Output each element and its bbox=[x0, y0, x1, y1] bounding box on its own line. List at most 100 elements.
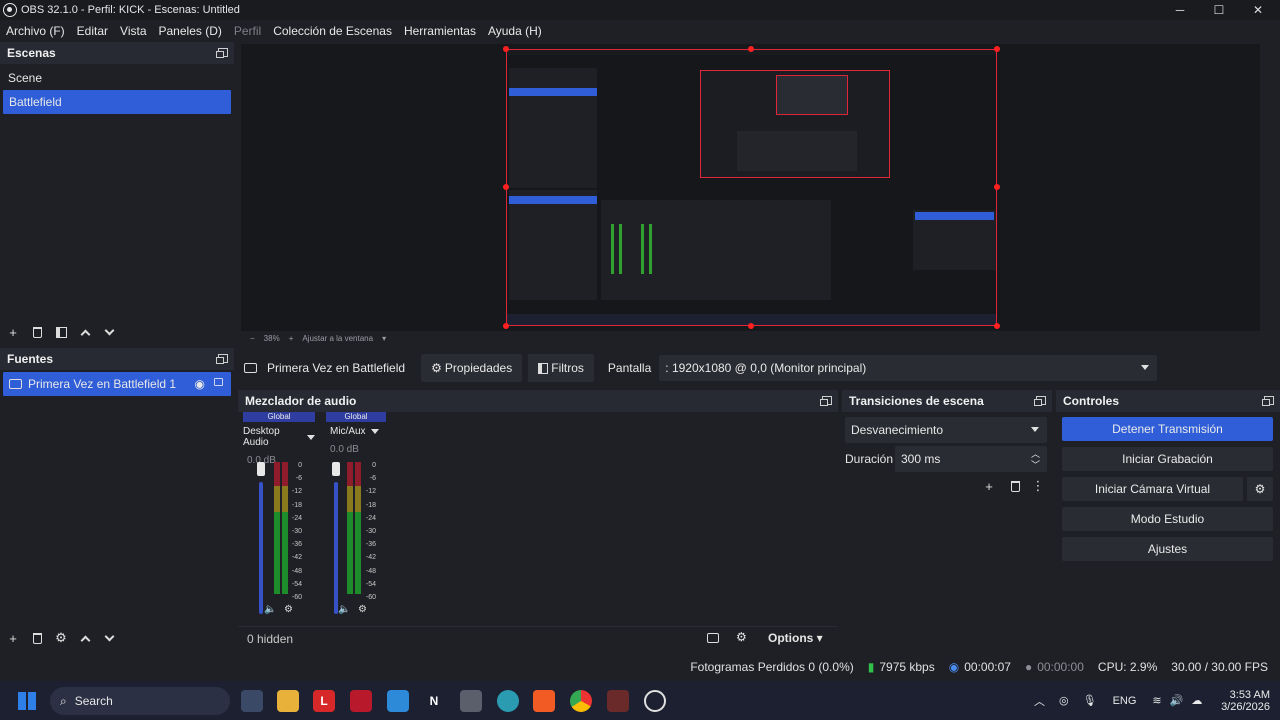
resize-handle[interactable] bbox=[503, 46, 509, 52]
zoom-in-button[interactable]: + bbox=[289, 334, 294, 343]
volume-fader-track[interactable] bbox=[334, 482, 338, 614]
fit-window-select[interactable]: Ajustar a la ventana bbox=[302, 334, 373, 343]
display-select[interactable]: : 1920x1080 @ 0,0 (Monitor principal) bbox=[659, 355, 1158, 381]
settings-button[interactable]: Ajustes bbox=[1062, 537, 1273, 561]
undock-icon[interactable] bbox=[216, 48, 228, 58]
volume-fader-knob[interactable] bbox=[332, 462, 340, 476]
studio-mode-button[interactable]: Modo Estudio bbox=[1062, 507, 1273, 531]
volume-fader-track[interactable] bbox=[259, 482, 263, 614]
resize-handle[interactable] bbox=[994, 323, 1000, 329]
volume-icon[interactable]: 🔊 bbox=[1170, 694, 1184, 707]
move-scene-up-button[interactable] bbox=[74, 321, 96, 343]
mute-speaker-icon[interactable]: 🔈 bbox=[264, 604, 276, 615]
lock-icon[interactable] bbox=[214, 378, 223, 386]
menu-archivo[interactable]: Archivo (F) bbox=[6, 24, 65, 38]
menu-coleccion[interactable]: Colección de Escenas bbox=[273, 24, 392, 38]
weather-icon[interactable]: ☁ bbox=[1191, 694, 1202, 707]
undock-icon[interactable] bbox=[1262, 396, 1274, 406]
resize-handle[interactable] bbox=[503, 323, 509, 329]
app-l-icon[interactable]: L bbox=[313, 690, 335, 712]
transition-select[interactable]: Desvanecimiento bbox=[845, 417, 1047, 443]
wifi-icon[interactable]: ≋ bbox=[1152, 694, 1161, 707]
task-view-icon[interactable] bbox=[241, 690, 263, 712]
undock-icon[interactable] bbox=[216, 354, 228, 364]
brave-browser-icon[interactable] bbox=[533, 690, 555, 712]
game-app-icon[interactable] bbox=[460, 690, 482, 712]
app-n-icon[interactable]: N bbox=[423, 690, 445, 712]
start-virtual-camera-button[interactable]: Iniciar Cámara Virtual bbox=[1062, 477, 1243, 501]
microphone-icon[interactable]: 🎙 bbox=[1083, 694, 1097, 707]
menu-vista[interactable]: Vista bbox=[120, 24, 146, 38]
edge-browser-icon[interactable] bbox=[497, 690, 519, 712]
mixer-footer: 0 hidden ⚙ Options ▾ bbox=[238, 626, 838, 650]
obs-taskbar-icon[interactable] bbox=[644, 690, 666, 712]
source-properties-button[interactable]: ⚙ bbox=[50, 627, 72, 649]
layout-toggle-icon[interactable] bbox=[707, 633, 719, 643]
move-source-up-button[interactable] bbox=[74, 627, 96, 649]
undock-icon[interactable] bbox=[820, 396, 832, 406]
mute-speaker-icon[interactable]: 🔈 bbox=[338, 604, 350, 615]
undock-icon[interactable] bbox=[1034, 396, 1046, 406]
scenes-title-label: Escenas bbox=[7, 46, 56, 60]
spin-down-icon[interactable]: ﹀ bbox=[1031, 458, 1040, 471]
add-scene-button[interactable]: + bbox=[2, 321, 24, 343]
menu-perfil[interactable]: Perfil bbox=[234, 24, 261, 38]
scene-filters-button[interactable] bbox=[50, 321, 72, 343]
menu-editar[interactable]: Editar bbox=[77, 24, 108, 38]
source-item[interactable]: Primera Vez en Battlefield 1 ◉ bbox=[3, 372, 231, 396]
resize-handle[interactable] bbox=[748, 323, 754, 329]
context-source: Primera Vez en Battlefield bbox=[236, 361, 413, 375]
windows-start-icon[interactable] bbox=[16, 690, 38, 712]
resize-handle[interactable] bbox=[503, 184, 509, 190]
channel-global-badge: Global bbox=[243, 412, 315, 422]
channel-name-dropdown[interactable]: Desktop Audio bbox=[243, 426, 315, 448]
mixer-options-button[interactable]: Options ▾ bbox=[768, 631, 823, 645]
menu-ayuda[interactable]: Ayuda (H) bbox=[488, 24, 542, 38]
duration-spinbox[interactable]: 300 ms ︿ ﹀ bbox=[895, 446, 1047, 472]
channel-settings-icon[interactable]: ⚙ bbox=[358, 604, 367, 615]
taskbar-search[interactable]: ⌕ Search bbox=[50, 687, 230, 715]
add-transition-button[interactable]: + bbox=[978, 475, 1000, 497]
minimize-button[interactable]: ─ bbox=[1161, 0, 1199, 20]
maximize-button[interactable]: ☐ bbox=[1200, 0, 1238, 20]
scene-item-battlefield[interactable]: Battlefield bbox=[3, 90, 231, 114]
remove-scene-button[interactable] bbox=[26, 321, 48, 343]
filters-button[interactable]: Filtros bbox=[528, 354, 594, 382]
advanced-audio-gear-icon[interactable]: ⚙ bbox=[736, 630, 747, 644]
transition-menu-button[interactable]: ⋮ bbox=[1027, 475, 1049, 497]
virtual-camera-settings-button[interactable]: ⚙ bbox=[1247, 477, 1273, 501]
remove-source-button[interactable] bbox=[26, 627, 48, 649]
chevron-down-icon[interactable]: ▾ bbox=[382, 334, 386, 343]
resize-handle[interactable] bbox=[994, 184, 1000, 190]
visibility-eye-icon[interactable]: ◉ bbox=[195, 377, 205, 391]
stop-stream-button[interactable]: Detener Transmisión bbox=[1062, 417, 1273, 441]
menu-herramientas[interactable]: Herramientas bbox=[404, 24, 476, 38]
channel-name-dropdown[interactable]: Mic/Aux bbox=[326, 426, 386, 437]
channel-settings-icon[interactable]: ⚙ bbox=[284, 604, 293, 615]
source-context-bar: Primera Vez en Battlefield ⚙ Propiedades… bbox=[236, 352, 1280, 384]
resize-handle[interactable] bbox=[994, 46, 1000, 52]
game-launcher-icon[interactable] bbox=[607, 690, 629, 712]
preview-canvas[interactable] bbox=[241, 44, 1260, 331]
language-indicator[interactable]: ENG bbox=[1113, 695, 1137, 707]
start-recording-button[interactable]: Iniciar Grabación bbox=[1062, 447, 1273, 471]
chevron-up-icon[interactable]: ︿ bbox=[1034, 693, 1045, 709]
file-explorer-icon[interactable] bbox=[277, 690, 299, 712]
steam-icon[interactable]: ◎ bbox=[1059, 694, 1069, 707]
properties-button[interactable]: ⚙ Propiedades bbox=[421, 354, 523, 382]
zoom-out-button[interactable]: − bbox=[250, 334, 255, 343]
chrome-browser-icon[interactable] bbox=[570, 690, 592, 712]
menu-paneles[interactable]: Paneles (D) bbox=[159, 24, 222, 38]
remove-transition-button[interactable] bbox=[1004, 475, 1026, 497]
close-button[interactable]: ✕ bbox=[1239, 0, 1277, 20]
volume-fader-knob[interactable] bbox=[257, 462, 265, 476]
move-scene-down-button[interactable] bbox=[98, 321, 120, 343]
preview-source-frame[interactable] bbox=[506, 49, 997, 326]
editor-app-icon[interactable] bbox=[387, 690, 409, 712]
add-source-button[interactable]: + bbox=[2, 627, 24, 649]
clock[interactable]: 3:53 AM 3/26/2026 bbox=[1212, 681, 1270, 720]
resize-handle[interactable] bbox=[748, 46, 754, 52]
scene-item-scene[interactable]: Scene bbox=[0, 66, 234, 90]
security-app-icon[interactable] bbox=[350, 690, 372, 712]
move-source-down-button[interactable] bbox=[98, 627, 120, 649]
